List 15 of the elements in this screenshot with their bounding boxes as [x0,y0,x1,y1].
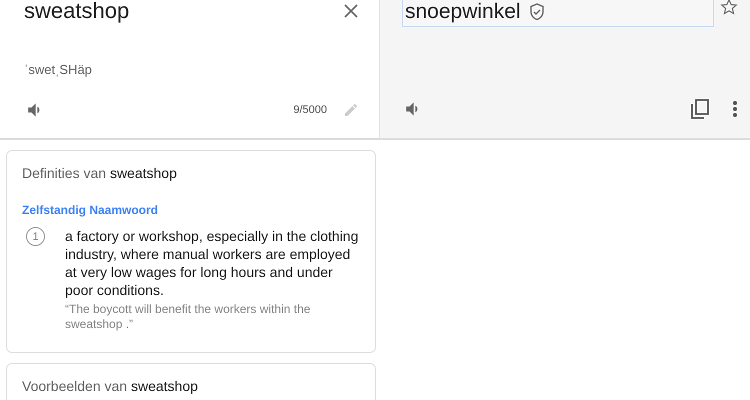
shield-check-icon [528,3,545,21]
star-icon[interactable] [720,0,738,16]
definition-text: a factory or workshop, especially in the clothing industry, where manual workers are employed at very low wages for long hours and under poor conditions. [65,227,360,299]
translation-field[interactable]: snoepwinkel [402,0,714,27]
character-count: 9/5000 [293,104,327,116]
part-of-speech: Zelfstandig Naamwoord [22,203,160,217]
example-sentence: “The boycott will benefit the workers within the sweatshop .” [65,302,312,332]
card-heading: Voorbeelden van sweatshop [22,378,199,394]
phonetic-text: ˈswetˌSHäp [24,62,93,77]
more-options-icon[interactable] [732,100,738,118]
definition-number: 1 [26,227,45,246]
close-icon[interactable] [343,3,359,19]
copy-icon[interactable] [690,98,710,120]
source-text[interactable]: sweatshop [24,0,130,24]
card-heading: Definities van sweatshop [22,165,178,181]
